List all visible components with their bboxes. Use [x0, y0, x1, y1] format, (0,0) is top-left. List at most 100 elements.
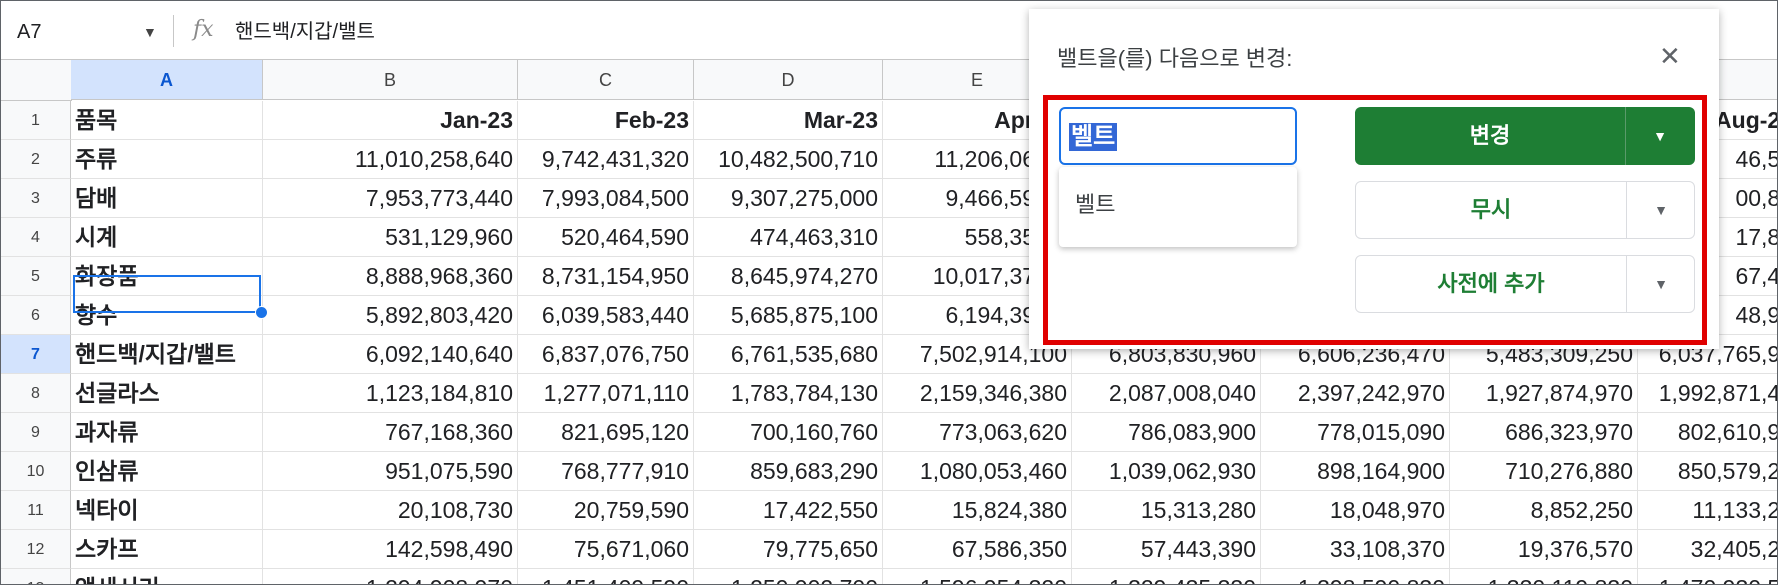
name-box[interactable]: A7 ▼ — [17, 19, 157, 45]
row-header[interactable]: 4 — [1, 218, 71, 257]
table-cell[interactable]: 1,330,119,830 — [1450, 569, 1638, 584]
row-header[interactable]: 8 — [1, 374, 71, 413]
table-cell[interactable]: 5,892,803,420 — [263, 296, 518, 335]
table-cell[interactable]: 32,405,28 — [1638, 530, 1777, 569]
table-cell[interactable]: 773,063,620 — [883, 413, 1072, 452]
table-cell[interactable]: 700,160,760 — [694, 413, 883, 452]
table-cell[interactable]: 1,451,409,590 — [518, 569, 694, 584]
table-cell[interactable]: 인삼류 — [71, 452, 263, 491]
table-cell[interactable]: 10,482,500,710 — [694, 140, 883, 179]
table-cell[interactable]: 핸드백/지갑/밸트 — [71, 335, 263, 374]
row-header[interactable]: 3 — [1, 179, 71, 218]
table-cell[interactable]: 1,398,590,830 — [1261, 569, 1450, 584]
table-cell[interactable]: 142,598,490 — [263, 530, 518, 569]
table-cell[interactable]: 과자류 — [71, 413, 263, 452]
table-cell[interactable]: 520,464,590 — [518, 218, 694, 257]
table-cell[interactable]: 821,695,120 — [518, 413, 694, 452]
table-cell[interactable]: 767,168,360 — [263, 413, 518, 452]
column-header-c[interactable]: C — [518, 60, 694, 100]
suggestion-item[interactable]: 벨트 — [1075, 187, 1115, 219]
row-header[interactable]: 1 — [1, 101, 71, 140]
chevron-down-icon[interactable]: ▼ — [1626, 256, 1696, 312]
table-cell[interactable]: 710,276,880 — [1450, 452, 1638, 491]
table-cell[interactable]: 1,294,908,970 — [263, 569, 518, 584]
table-cell[interactable]: 1,992,871,49 — [1638, 374, 1777, 413]
table-cell[interactable]: 5,685,875,100 — [694, 296, 883, 335]
row-header[interactable]: 6 — [1, 296, 71, 335]
ignore-button[interactable]: 무시 ▼ — [1355, 181, 1695, 239]
replacement-input[interactable]: 벨트 — [1059, 107, 1297, 165]
table-cell[interactable]: 1,927,874,970 — [1450, 374, 1638, 413]
table-cell[interactable]: 담배 — [71, 179, 263, 218]
row-header[interactable]: 9 — [1, 413, 71, 452]
fill-handle[interactable] — [255, 306, 268, 319]
table-cell[interactable]: 1,277,071,110 — [518, 374, 694, 413]
table-cell[interactable]: 7,993,084,500 — [518, 179, 694, 218]
table-cell[interactable]: 11,010,258,640 — [263, 140, 518, 179]
table-cell[interactable]: 시계 — [71, 218, 263, 257]
header-cell[interactable]: 품목 — [71, 101, 263, 140]
column-header-b[interactable]: B — [263, 60, 518, 100]
table-cell[interactable]: 686,323,970 — [1450, 413, 1638, 452]
table-cell[interactable]: 넥타이 — [71, 491, 263, 530]
header-cell[interactable]: Jan-23 — [263, 101, 518, 140]
table-cell[interactable]: 951,075,590 — [263, 452, 518, 491]
table-cell[interactable]: 768,777,910 — [518, 452, 694, 491]
table-cell[interactable]: 20,108,730 — [263, 491, 518, 530]
chevron-down-icon[interactable]: ▼ — [1625, 107, 1695, 165]
table-cell[interactable]: 8,731,154,950 — [518, 257, 694, 296]
table-cell[interactable]: 17,422,550 — [694, 491, 883, 530]
table-cell[interactable]: 859,683,290 — [694, 452, 883, 491]
table-cell[interactable]: 8,888,968,360 — [263, 257, 518, 296]
table-cell[interactable]: 주류 — [71, 140, 263, 179]
table-cell[interactable]: 6,039,583,440 — [518, 296, 694, 335]
table-cell[interactable]: 6,761,535,680 — [694, 335, 883, 374]
table-cell[interactable]: 1,596,954,320 — [883, 569, 1072, 584]
table-cell[interactable]: 802,610,95 — [1638, 413, 1777, 452]
table-cell[interactable]: 1,250,902,700 — [694, 569, 883, 584]
table-cell[interactable]: 67,586,350 — [883, 530, 1072, 569]
table-cell[interactable]: 15,824,380 — [883, 491, 1072, 530]
row-header[interactable]: 10 — [1, 452, 71, 491]
row-header[interactable]: 11 — [1, 491, 71, 530]
table-cell[interactable]: 786,083,900 — [1072, 413, 1261, 452]
row-header[interactable]: 12 — [1, 530, 71, 569]
table-cell[interactable]: 1,783,784,130 — [694, 374, 883, 413]
table-cell[interactable]: 1,123,184,810 — [263, 374, 518, 413]
table-cell[interactable]: 19,376,570 — [1450, 530, 1638, 569]
table-cell[interactable]: 8,852,250 — [1450, 491, 1638, 530]
formula-input[interactable]: 핸드백/지갑/밸트 — [235, 19, 375, 45]
table-cell[interactable]: 1,080,053,460 — [883, 452, 1072, 491]
row-header[interactable]: 5 — [1, 257, 71, 296]
header-cell[interactable]: Feb-23 — [518, 101, 694, 140]
table-cell[interactable]: 15,313,280 — [1072, 491, 1261, 530]
table-cell[interactable]: 531,129,960 — [263, 218, 518, 257]
table-cell[interactable]: 2,159,346,380 — [883, 374, 1072, 413]
chevron-down-icon[interactable]: ▼ — [143, 19, 157, 45]
add-to-dictionary-button[interactable]: 사전에 추가 ▼ — [1355, 255, 1695, 313]
column-header-a[interactable]: A — [71, 60, 263, 100]
table-cell[interactable]: 850,579,24 — [1638, 452, 1777, 491]
table-cell[interactable]: 1,470,930,52 — [1638, 569, 1777, 584]
table-cell[interactable]: 474,463,310 — [694, 218, 883, 257]
table-cell[interactable]: 57,443,390 — [1072, 530, 1261, 569]
table-cell[interactable]: 7,953,773,440 — [263, 179, 518, 218]
table-cell[interactable]: 11,133,25 — [1638, 491, 1777, 530]
table-cell[interactable]: 선글라스 — [71, 374, 263, 413]
table-cell[interactable]: 778,015,090 — [1261, 413, 1450, 452]
close-icon[interactable]: ✕ — [1659, 43, 1681, 69]
row-header[interactable]: 7 — [1, 335, 71, 374]
table-cell[interactable]: 9,742,431,320 — [518, 140, 694, 179]
table-cell[interactable]: 1,329,435,330 — [1072, 569, 1261, 584]
table-cell[interactable]: 20,759,590 — [518, 491, 694, 530]
table-cell[interactable]: 898,164,900 — [1261, 452, 1450, 491]
table-cell[interactable]: 스카프 — [71, 530, 263, 569]
table-cell[interactable]: 9,307,275,000 — [694, 179, 883, 218]
table-cell[interactable]: 1,039,062,930 — [1072, 452, 1261, 491]
table-cell[interactable]: 6,092,140,640 — [263, 335, 518, 374]
header-cell[interactable]: Mar-23 — [694, 101, 883, 140]
column-header-d[interactable]: D — [694, 60, 883, 100]
select-all-corner[interactable] — [1, 60, 72, 101]
table-cell[interactable]: 79,775,650 — [694, 530, 883, 569]
table-cell[interactable]: 6,837,076,750 — [518, 335, 694, 374]
